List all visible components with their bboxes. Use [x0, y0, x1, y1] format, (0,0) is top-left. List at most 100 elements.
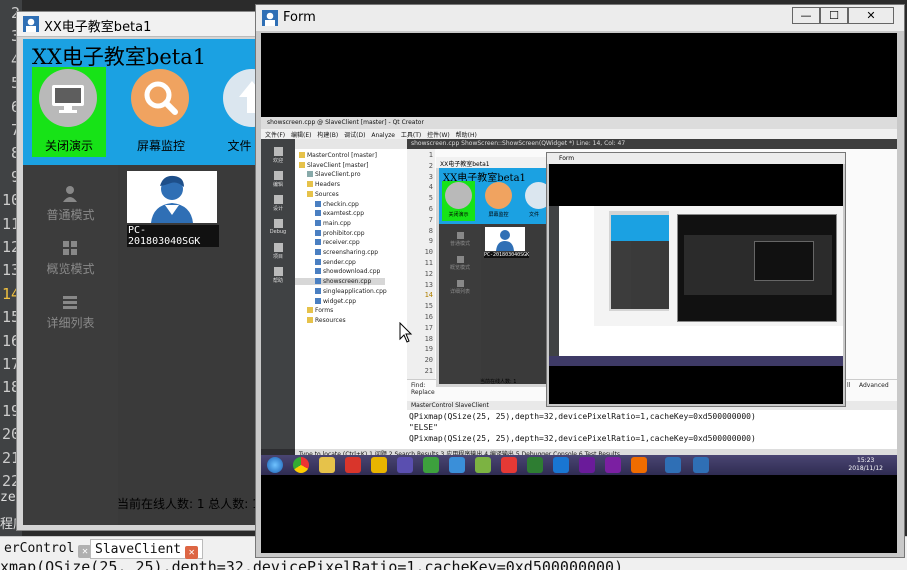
- app-icon[interactable]: [449, 457, 465, 473]
- tree-item[interactable]: sender.cpp: [295, 258, 356, 266]
- ide-menu-bar: 文件(F) 编辑(E) 构建(B) 调试(D) Analyze 工具(T) 控件…: [261, 129, 897, 139]
- tree-item-label: widget.cpp: [323, 297, 357, 305]
- qq-icon[interactable]: [371, 457, 387, 473]
- mode-button[interactable]: 设计: [261, 195, 295, 212]
- tree-item[interactable]: MasterControl [master]: [295, 152, 377, 159]
- client-name: PC-201803040SGK: [127, 225, 219, 247]
- tree-item-label: receiver.cpp: [323, 239, 360, 247]
- weibo-icon[interactable]: [345, 457, 361, 473]
- nested-nav-file[interactable]: 文件: [522, 181, 546, 221]
- xx-title-bar[interactable]: XX电子教室beta1: [17, 12, 261, 37]
- tree-item[interactable]: Headers: [295, 181, 340, 188]
- line-number: 6: [428, 205, 433, 213]
- player-icon[interactable]: [605, 457, 621, 473]
- tree-item-label: sender.cpp: [323, 258, 356, 266]
- mode-icon: [273, 267, 283, 276]
- tree-item[interactable]: checkin.cpp: [295, 200, 359, 208]
- search-icon[interactable]: [631, 457, 647, 473]
- online-status: 当前在线人数: 1 总人数: 1: [117, 497, 260, 511]
- sidebar-item-label: 概览模式: [449, 265, 470, 271]
- sidebar-item-overview-mode[interactable]: 概览模式: [23, 239, 118, 289]
- tree-item[interactable]: examtest.cpp: [295, 210, 364, 217]
- tree-item-label: SlaveClient.pro: [315, 171, 361, 179]
- nav-label: 关闭演示: [44, 139, 93, 153]
- nested-xx-window: XX电子教室beta1 XX电子教室beta1 关闭演示 屏幕监控 文件 普通模…: [436, 157, 546, 387]
- line-number: 13: [424, 280, 433, 289]
- sidebar-item-label: 详细列表: [449, 289, 470, 295]
- tree-item[interactable]: showdownload.cpp: [295, 268, 380, 275]
- nested-header: XX电子教室beta1 关闭演示 屏幕监控 文件: [439, 168, 546, 224]
- start-button-icon[interactable]: [267, 457, 283, 473]
- grid-icon: [63, 241, 77, 255]
- maximize-button[interactable]: ☐: [820, 7, 848, 24]
- student-icon[interactable]: [665, 457, 681, 473]
- close-button[interactable]: ✕: [848, 7, 894, 24]
- sidebar-item-normal-mode[interactable]: 普通模式: [23, 185, 118, 235]
- tree-item-label: Forms: [315, 307, 334, 315]
- student-avatar-icon: [127, 171, 217, 223]
- form-title-bar[interactable]: Form — ☐ ✕: [256, 5, 904, 31]
- qtcreator-icon[interactable]: [475, 457, 491, 473]
- tree-item[interactable]: widget.cpp: [295, 297, 357, 305]
- line-number: 12: [424, 269, 433, 278]
- tree-item[interactable]: prohibitor.cpp: [295, 229, 365, 237]
- client-tile[interactable]: PC-201803040SGK: [127, 171, 219, 247]
- folder-icon[interactable]: [319, 457, 335, 473]
- tree-item[interactable]: showscreen.cpp: [295, 278, 385, 286]
- mode-button[interactable]: 项目: [261, 243, 295, 260]
- tree-item[interactable]: SlaveClient [master]: [295, 161, 369, 169]
- wechat-icon[interactable]: [527, 457, 543, 473]
- jiaoyu-icon[interactable]: [501, 457, 517, 473]
- tree-item[interactable]: Resources: [295, 316, 346, 324]
- map-icon[interactable]: [553, 457, 569, 473]
- qt-icon[interactable]: [423, 457, 439, 473]
- student-icon[interactable]: [693, 457, 709, 473]
- nested-nav-screen-monitor[interactable]: 屏幕监控: [482, 181, 515, 221]
- tree-item[interactable]: receiver.cpp: [295, 239, 360, 246]
- nav-close-demo[interactable]: 关闭演示: [32, 67, 106, 157]
- application-output: MasterControl SlaveClient QPixmap(QSize(…: [407, 401, 897, 449]
- folder-icon: [307, 181, 313, 188]
- media-icon[interactable]: [579, 457, 595, 473]
- line-number: 14: [424, 291, 433, 300]
- sidebar-item-detail-list[interactable]: 详细列表: [23, 293, 118, 343]
- tab-mastercontrol[interactable]: erControl ✕: [0, 539, 95, 559]
- nested-sidebar-item[interactable]: 普通模式: [439, 232, 481, 247]
- tree-item-label: screensharing.cpp: [323, 249, 379, 256]
- mode-button[interactable]: 编辑: [261, 171, 295, 188]
- nested-sidebar-item[interactable]: 概览模式: [439, 256, 481, 271]
- window-title: Form: [283, 10, 316, 25]
- tree-item[interactable]: screensharing.cpp: [295, 249, 378, 256]
- mode-button[interactable]: Debug: [261, 219, 295, 235]
- mode-label: 帮助: [272, 278, 283, 284]
- nav-screen-monitor[interactable]: 屏幕监控: [124, 67, 198, 157]
- client-name: PC-201803040SGK: [484, 252, 530, 258]
- chrome-icon[interactable]: [293, 457, 309, 473]
- vs-icon[interactable]: [397, 457, 413, 473]
- nested-nav-close-demo[interactable]: 关闭演示: [442, 181, 475, 221]
- clock-time: 15:23: [857, 457, 875, 464]
- mode-button[interactable]: 欢迎: [261, 147, 295, 164]
- student-avatar-icon[interactable]: [485, 227, 525, 251]
- tree-item[interactable]: SlaveClient.pro: [295, 171, 361, 178]
- line-number: 10: [424, 248, 433, 257]
- tab-slaveclient[interactable]: SlaveClient ✕: [90, 539, 204, 559]
- tree-item-label: Headers: [315, 181, 340, 189]
- mode-label: 项目: [272, 254, 283, 260]
- line-number: 4: [428, 183, 433, 192]
- tree-item[interactable]: Forms: [295, 307, 333, 314]
- mode-button[interactable]: 帮助: [261, 267, 295, 284]
- tree-item[interactable]: singleapplication.cpp: [295, 287, 387, 295]
- folder-icon: [307, 316, 313, 323]
- tree-item[interactable]: main.cpp: [295, 219, 351, 227]
- tab-label: erControl: [4, 541, 75, 556]
- nested-client-grid: PC-201803040SGK: [481, 224, 546, 384]
- minimize-button[interactable]: —: [792, 7, 820, 24]
- tree-item[interactable]: Sources: [295, 190, 339, 198]
- nested-sidebar: 普通模式 概览模式 详细列表: [439, 224, 481, 384]
- tree-item-label: SlaveClient [master]: [307, 161, 369, 169]
- nested-sidebar-item[interactable]: 详细列表: [439, 280, 481, 295]
- cpp-icon: [315, 297, 321, 304]
- mode-icon: [273, 195, 283, 204]
- monitor-icon: [39, 69, 97, 127]
